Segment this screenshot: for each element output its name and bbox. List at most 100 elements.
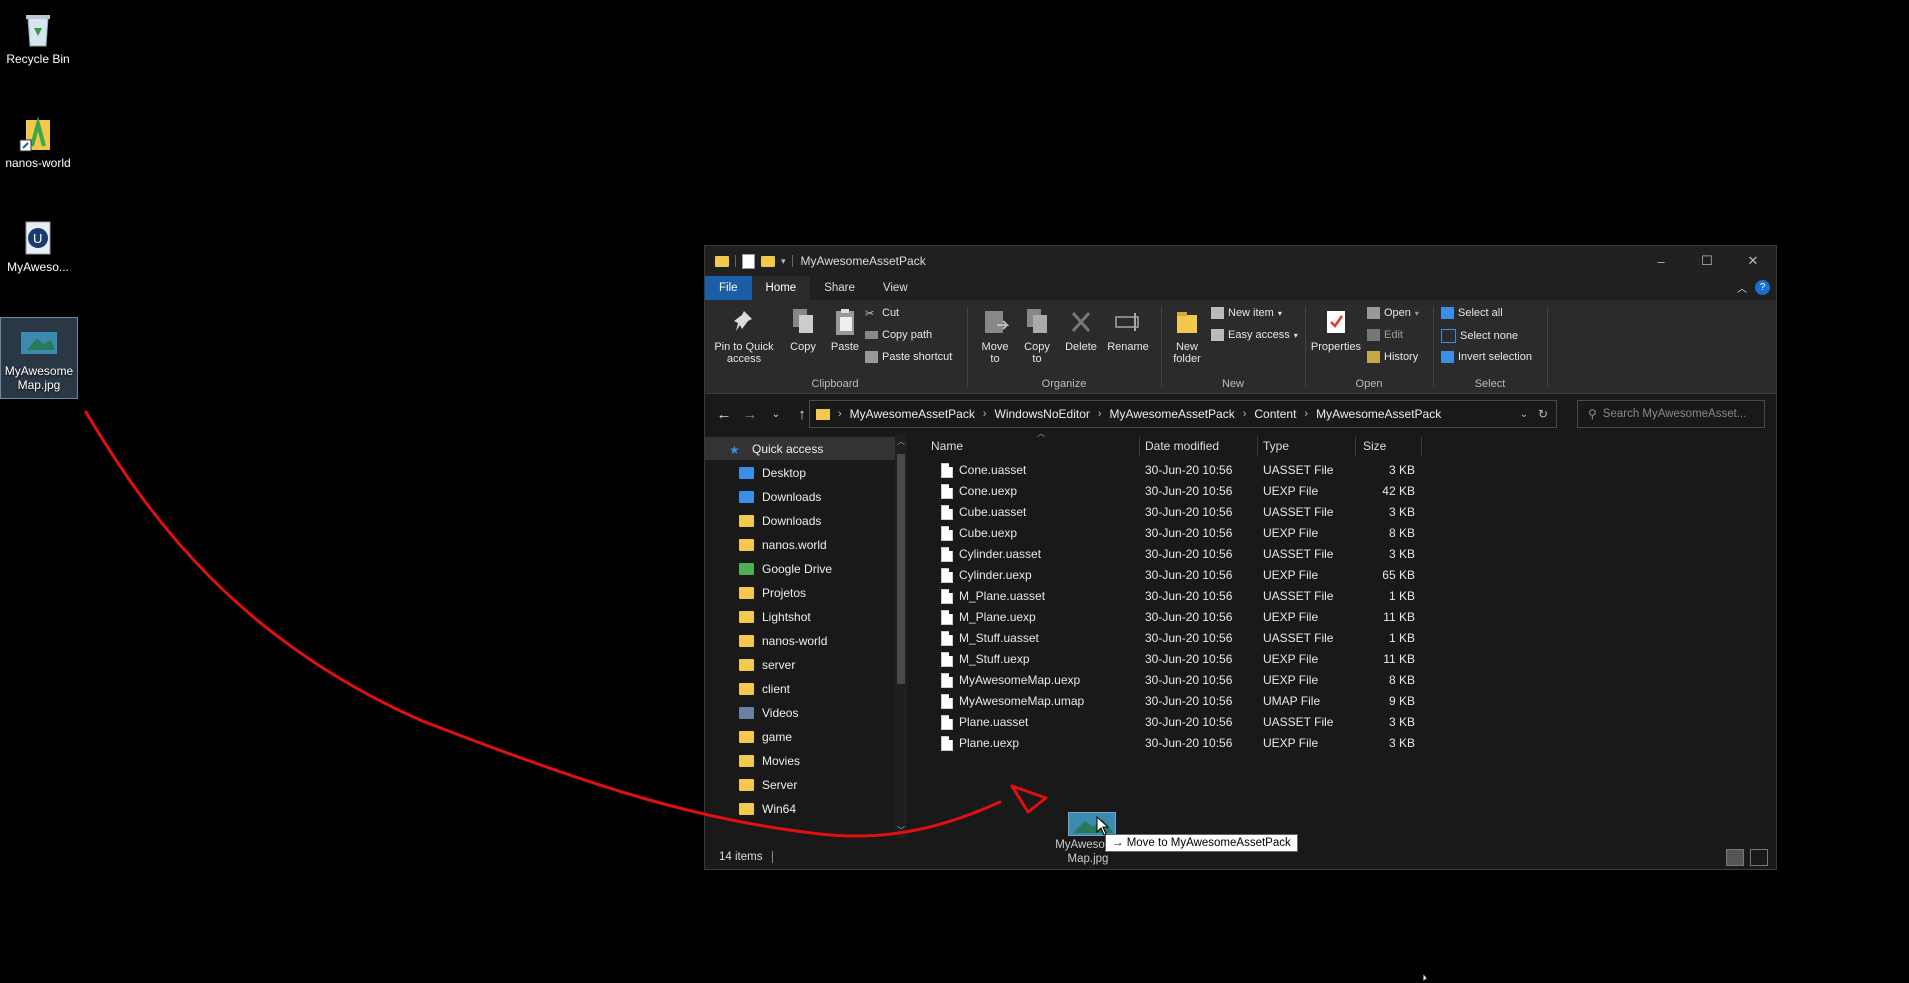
forward-button[interactable]: → bbox=[737, 406, 763, 423]
column-divider[interactable] bbox=[1139, 436, 1140, 456]
table-row[interactable]: Cube.uexp 30-Jun-20 10:56 UEXP File 8 KB bbox=[915, 523, 1755, 544]
breadcrumb[interactable]: MyAwesomeAssetPack bbox=[846, 407, 979, 421]
refresh-icon[interactable]: ↻ bbox=[1538, 407, 1548, 421]
customize-toolbar-icon[interactable]: ▾ bbox=[781, 256, 786, 267]
table-row[interactable]: Cone.uexp 30-Jun-20 10:56 UEXP File 42 KB bbox=[915, 481, 1755, 502]
back-button[interactable]: ← bbox=[711, 406, 737, 423]
nav-item-client[interactable]: client📌 bbox=[705, 677, 905, 700]
edit-button[interactable]: Edit bbox=[1367, 329, 1403, 341]
table-row[interactable]: M_Plane.uexp 30-Jun-20 10:56 UEXP File 11 K… bbox=[915, 607, 1755, 628]
pin-to-quick-access-button[interactable]: Pin to Quick access bbox=[711, 307, 777, 365]
new-folder-icon[interactable] bbox=[761, 255, 775, 267]
new-item-button[interactable]: New item ▾ bbox=[1211, 307, 1282, 319]
table-row[interactable]: Plane.uasset 30-Jun-20 10:56 UASSET File 3 … bbox=[915, 712, 1755, 733]
maximize-button[interactable]: ☐ bbox=[1684, 246, 1730, 276]
details-view-button[interactable] bbox=[1726, 849, 1744, 866]
table-row[interactable]: MyAwesomeMap.umap 30-Jun-20 10:56 UMAP Fil… bbox=[915, 691, 1755, 712]
recent-locations-button[interactable]: ⌄ bbox=[763, 409, 789, 420]
copy-to-button[interactable]: Copy to bbox=[1019, 307, 1055, 365]
nav-item-projetos[interactable]: Projetos📌 bbox=[705, 581, 905, 604]
tab-home[interactable]: Home bbox=[751, 276, 811, 300]
desktop-icon-recycle-bin[interactable]: Recycle Bin bbox=[0, 6, 76, 66]
nav-item-server[interactable]: server📌 bbox=[705, 653, 905, 676]
column-divider[interactable] bbox=[1257, 436, 1258, 456]
nav-item-desktop[interactable]: Desktop📌 bbox=[705, 461, 905, 484]
collapse-ribbon-icon[interactable]: ︿ bbox=[1737, 280, 1747, 295]
nav-item-nanos-world[interactable]: nanos.world📌 bbox=[705, 533, 905, 556]
nav-item-win64[interactable]: Win64 bbox=[705, 797, 905, 820]
file-date: 30-Jun-20 10:56 bbox=[1145, 673, 1233, 687]
breadcrumb[interactable]: WindowsNoEditor bbox=[991, 407, 1094, 421]
scroll-up-icon[interactable]: ︿ bbox=[897, 436, 905, 447]
address-bar[interactable]: › MyAwesomeAssetPack › WindowsNoEditor ›… bbox=[809, 400, 1557, 428]
file-icon bbox=[941, 526, 953, 541]
column-header-date[interactable]: Date modified bbox=[1145, 434, 1219, 458]
large-icons-view-button[interactable] bbox=[1750, 849, 1768, 866]
breadcrumb[interactable]: MyAwesomeAssetPack bbox=[1312, 407, 1445, 421]
help-icon[interactable]: ? bbox=[1755, 280, 1770, 295]
properties-button[interactable]: Properties bbox=[1309, 307, 1363, 353]
search-input[interactable]: ⚲ Search MyAwesomeAsset... bbox=[1577, 400, 1765, 428]
open-button[interactable]: Open ▾ bbox=[1367, 307, 1419, 319]
minimize-button[interactable]: – bbox=[1638, 246, 1684, 276]
rename-button[interactable]: Rename bbox=[1105, 307, 1151, 353]
table-row[interactable]: Plane.uexp 30-Jun-20 10:56 UEXP File 3 KB bbox=[915, 733, 1755, 754]
table-row[interactable]: Cylinder.uasset 30-Jun-20 10:56 UASSET Fil… bbox=[915, 544, 1755, 565]
tab-share[interactable]: Share bbox=[810, 276, 869, 300]
delete-button[interactable]: Delete bbox=[1061, 307, 1101, 353]
select-all-button[interactable]: Select all bbox=[1441, 307, 1503, 319]
desktop-icon-map-jpg[interactable]: MyAwesome Map.jpg bbox=[0, 317, 78, 399]
column-divider[interactable] bbox=[1421, 436, 1422, 456]
nav-item-game[interactable]: game bbox=[705, 725, 905, 748]
file-name: M_Stuff.uasset bbox=[959, 631, 1039, 645]
desktop-icon-unreal-project[interactable]: U MyAweso... bbox=[0, 214, 76, 274]
table-row[interactable]: Cube.uasset 30-Jun-20 10:56 UASSET File 3 K… bbox=[915, 502, 1755, 523]
nav-item-nanos-world[interactable]: nanos-world📌 bbox=[705, 629, 905, 652]
file-size: 8 KB bbox=[1388, 673, 1415, 687]
nav-item-downloads[interactable]: Downloads📌 bbox=[705, 509, 905, 532]
table-row[interactable]: Cylinder.uexp 30-Jun-20 10:56 UEXP File 65 … bbox=[915, 565, 1755, 586]
navigation-scrollbar[interactable]: ︿ ﹀ bbox=[895, 434, 907, 838]
nav-item-movies[interactable]: Movies bbox=[705, 749, 905, 772]
cut-button[interactable]: ✂ Cut bbox=[865, 307, 899, 320]
table-row[interactable]: M_Stuff.uexp 30-Jun-20 10:56 UEXP File 11 K… bbox=[915, 649, 1755, 670]
column-header-name[interactable]: Name bbox=[931, 434, 963, 458]
invert-selection-button[interactable]: Invert selection bbox=[1441, 351, 1532, 363]
tab-file[interactable]: File bbox=[705, 276, 752, 300]
title-bar[interactable]: ▾ MyAwesomeAssetPack – ☐ ✕ bbox=[705, 246, 1776, 276]
copy-path-button[interactable]: Copy path bbox=[865, 329, 932, 341]
new-folder-button[interactable]: New folder bbox=[1169, 307, 1205, 365]
paste-shortcut-button[interactable]: Paste shortcut bbox=[865, 351, 952, 363]
desktop-icon-nanos-world[interactable]: nanos-world bbox=[0, 110, 76, 170]
table-row[interactable]: MyAwesomeMap.uexp 30-Jun-20 10:56 UEXP Fil… bbox=[915, 670, 1755, 691]
file-list[interactable]: Name ︿ Date modified Type Size Cone.uass… bbox=[915, 429, 1775, 839]
nav-item-lightshot[interactable]: Lightshot📌 bbox=[705, 605, 905, 628]
file-explorer-window[interactable]: ▾ MyAwesomeAssetPack – ☐ ✕ File Home Sha… bbox=[704, 245, 1777, 870]
column-divider[interactable] bbox=[1355, 436, 1356, 456]
select-none-button[interactable]: Select none bbox=[1441, 329, 1518, 343]
table-row[interactable]: M_Plane.uasset 30-Jun-20 10:56 UASSET File… bbox=[915, 586, 1755, 607]
copy-button[interactable]: Copy bbox=[785, 307, 821, 353]
scroll-down-icon[interactable]: ﹀ bbox=[897, 825, 905, 836]
paste-button[interactable]: Paste bbox=[827, 307, 863, 353]
nav-item-quick-access[interactable]: ★ Quick access bbox=[705, 437, 905, 460]
nav-item-server[interactable]: Server bbox=[705, 773, 905, 796]
column-header-size[interactable]: Size bbox=[1363, 434, 1386, 458]
tab-view[interactable]: View bbox=[869, 276, 922, 300]
close-button[interactable]: ✕ bbox=[1730, 246, 1776, 276]
table-row[interactable]: Cone.uasset 30-Jun-20 10:56 UASSET File 3 K… bbox=[915, 460, 1755, 481]
history-button[interactable]: History bbox=[1367, 351, 1418, 363]
nav-item-downloads[interactable]: Downloads📌 bbox=[705, 485, 905, 508]
address-dropdown-icon[interactable]: ⌄ bbox=[1520, 409, 1528, 420]
nav-item-videos[interactable]: Videos📌 bbox=[705, 701, 905, 724]
nav-item-google-drive[interactable]: Google Drive📌 bbox=[705, 557, 905, 580]
easy-access-button[interactable]: Easy access ▾ bbox=[1211, 329, 1298, 341]
move-to-button[interactable]: Move to bbox=[977, 307, 1013, 365]
breadcrumb[interactable]: MyAwesomeAssetPack bbox=[1106, 407, 1239, 421]
table-row[interactable]: M_Stuff.uasset 30-Jun-20 10:56 UASSET File… bbox=[915, 628, 1755, 649]
scroll-thumb[interactable] bbox=[897, 454, 905, 684]
properties-icon[interactable] bbox=[742, 253, 755, 269]
breadcrumb[interactable]: Content bbox=[1250, 407, 1300, 421]
column-header-type[interactable]: Type bbox=[1263, 434, 1289, 458]
navigation-pane[interactable]: ★ Quick access Desktop📌Downloads📌Downloa… bbox=[705, 434, 905, 839]
